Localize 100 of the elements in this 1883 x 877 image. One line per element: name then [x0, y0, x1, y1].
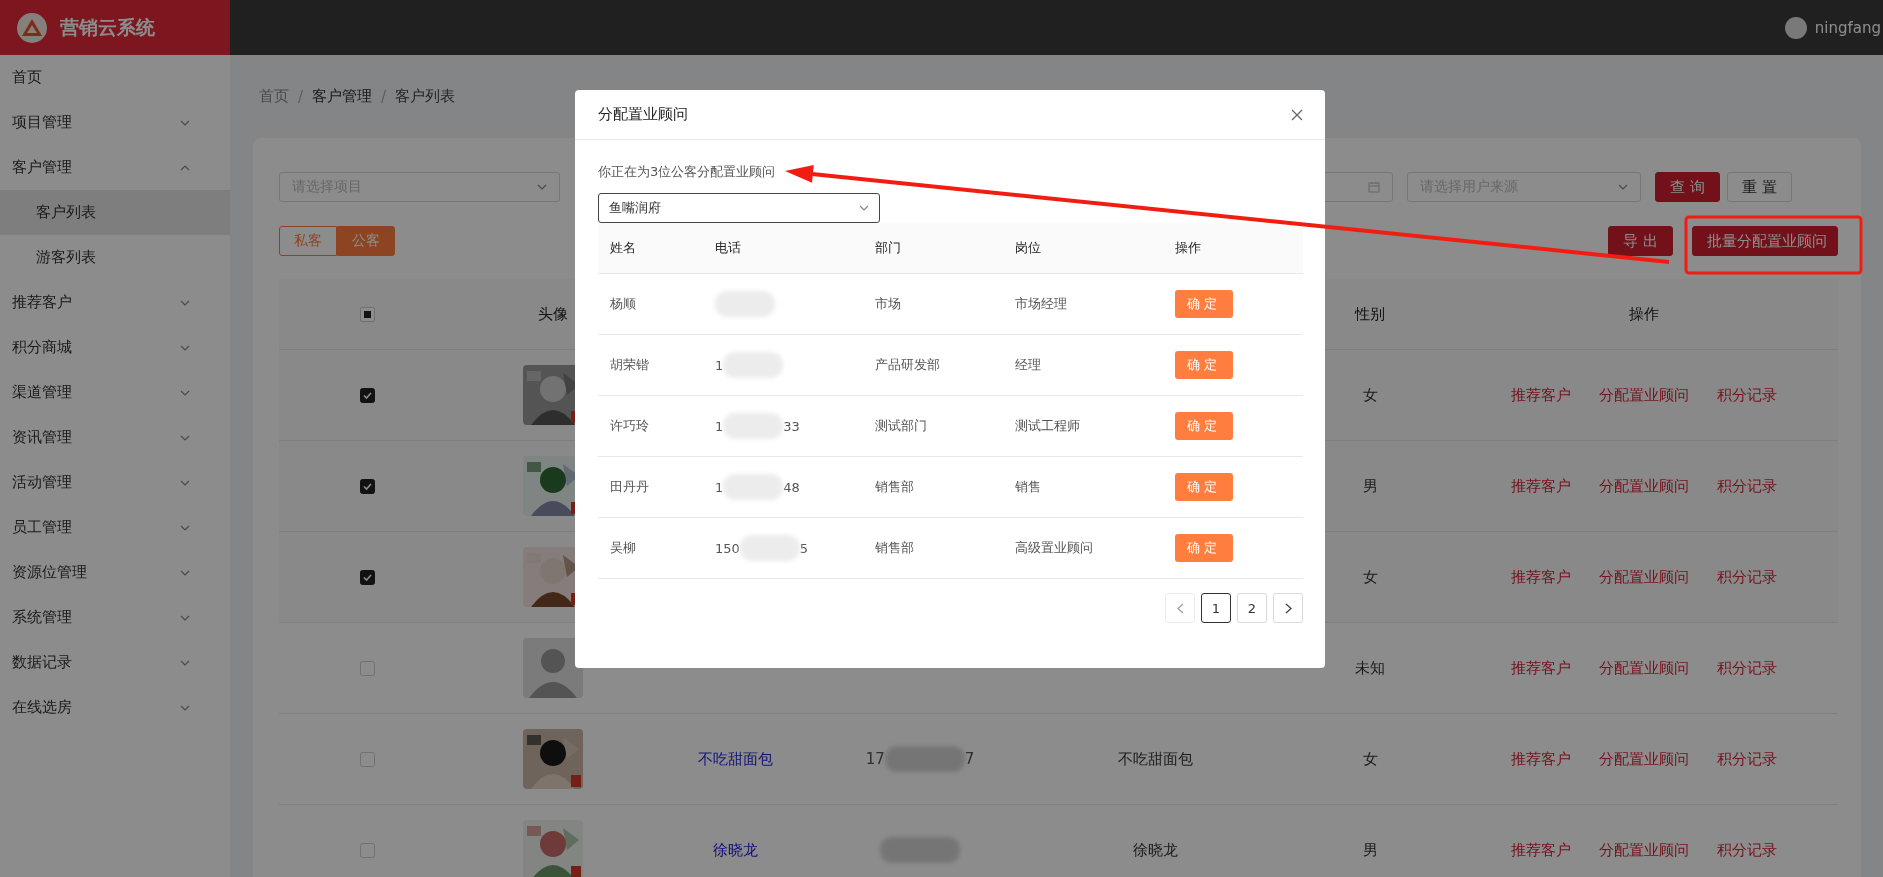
breadcrumb-link[interactable]: 客户管理	[312, 87, 373, 106]
sidebar-subitem[interactable]: 客户列表	[0, 190, 230, 235]
row-action-link[interactable]: 积分记录	[1717, 476, 1777, 496]
app-title: 营销云系统	[60, 14, 155, 40]
phone-digits: 33	[783, 418, 800, 434]
chevron-icon	[180, 659, 190, 666]
chevron-icon	[180, 524, 190, 531]
row-action-link[interactable]: 分配置业顾问	[1599, 476, 1689, 496]
phone-digits: 17	[865, 750, 885, 768]
row-action-link[interactable]: 分配置业顾问	[1599, 749, 1689, 769]
breadcrumb-link[interactable]: 首页	[259, 87, 289, 106]
row-action-link[interactable]: 分配置业顾问	[1599, 567, 1689, 587]
column-header: 部门	[875, 239, 901, 257]
user-avatar-icon[interactable]	[1784, 16, 1807, 39]
row-action-link[interactable]: 分配置业顾问	[1599, 385, 1689, 405]
row-action-link[interactable]: 积分记录	[1717, 385, 1777, 405]
row-checkbox[interactable]	[359, 569, 375, 585]
customer-name-link[interactable]: 不吃甜面包	[697, 749, 773, 769]
sidebar-item[interactable]: 在线选房	[0, 685, 230, 730]
table-cell: 男	[1362, 840, 1378, 860]
row-action-link[interactable]: 积分记录	[1717, 658, 1777, 678]
row-action-link[interactable]: 分配置业顾问	[1599, 840, 1689, 860]
confirm-button[interactable]: 确定	[1175, 534, 1233, 562]
table-cell: 杨顺	[610, 295, 636, 313]
row-checkbox[interactable]	[359, 478, 375, 494]
row-action-link[interactable]: 推荐客户	[1511, 567, 1571, 587]
sidebar-subitem[interactable]: 游客列表	[0, 235, 230, 280]
table-cell: 市场	[875, 295, 901, 313]
close-icon[interactable]	[1291, 108, 1303, 121]
breadcrumb-separator: /	[298, 87, 304, 106]
breadcrumb-separator: /	[381, 87, 387, 106]
sidebar-item[interactable]: 推荐客户	[0, 280, 230, 325]
chevron-icon	[537, 184, 547, 190]
row-action-link[interactable]: 推荐客户	[1511, 840, 1571, 860]
chevron-right-icon	[1284, 602, 1292, 614]
sidebar-item[interactable]: 员工管理	[0, 505, 230, 550]
chevron-icon	[180, 614, 190, 621]
phone-digits: 7	[964, 750, 975, 768]
phone-digits: 1	[715, 418, 724, 434]
page-button[interactable]: 2	[1237, 593, 1267, 623]
batch-assign-button[interactable]: 批量分配置业顾问	[1692, 226, 1838, 256]
row-action-link[interactable]: 积分记录	[1717, 840, 1777, 860]
chevron-icon	[180, 119, 190, 126]
sidebar-item[interactable]: 数据记录	[0, 640, 230, 685]
reset-button[interactable]: 重置	[1727, 172, 1792, 202]
chevron-icon	[1618, 184, 1628, 190]
page-button[interactable]: 1	[1201, 593, 1231, 623]
sidebar-item[interactable]: 资源位管理	[0, 550, 230, 595]
table-cell: 产品研发部	[875, 356, 940, 374]
phone-digits: 1	[715, 357, 724, 373]
chevron-icon	[180, 344, 190, 351]
confirm-button[interactable]: 确定	[1175, 351, 1233, 379]
sidebar-item[interactable]: 首页	[0, 55, 230, 100]
column-header: 电话	[715, 239, 741, 257]
table-cell: 未知	[1355, 658, 1385, 678]
row-action-link[interactable]: 推荐客户	[1511, 385, 1571, 405]
column-header: 操作	[1175, 239, 1201, 257]
table-cell: 男	[1362, 476, 1378, 496]
phone-digits: 48	[783, 479, 800, 495]
phone-digits: 150	[715, 540, 740, 556]
table-cell: 不吃甜面包	[1117, 749, 1193, 769]
table-cell: 吴柳	[610, 539, 636, 557]
customer-type-tab[interactable]: 私客	[279, 226, 337, 256]
row-action-link[interactable]: 积分记录	[1717, 749, 1777, 769]
sidebar-item[interactable]: 资讯管理	[0, 415, 230, 460]
query-button[interactable]: 查询	[1655, 172, 1720, 202]
sidebar-item[interactable]: 活动管理	[0, 460, 230, 505]
row-action-link[interactable]: 积分记录	[1717, 567, 1777, 587]
row-checkbox[interactable]	[359, 387, 375, 403]
user-name[interactable]: ningfang	[1814, 18, 1881, 37]
row-action-link[interactable]: 推荐客户	[1511, 749, 1571, 769]
confirm-button[interactable]: 确定	[1175, 412, 1233, 440]
table-cell: 测试工程师	[1015, 417, 1080, 435]
table-cell: 市场经理	[1015, 295, 1067, 313]
chevron-icon	[180, 164, 190, 171]
sidebar-item[interactable]: 项目管理	[0, 100, 230, 145]
column-header: 姓名	[610, 239, 636, 257]
row-action-link[interactable]: 分配置业顾问	[1599, 658, 1689, 678]
select-all-checkbox[interactable]	[359, 306, 375, 322]
customer-name-link[interactable]: 徐晓龙	[712, 840, 758, 860]
dialog-message: 你正在为3位公客分配置业顾问	[598, 163, 777, 181]
row-action-link[interactable]: 推荐客户	[1511, 476, 1571, 496]
project-select[interactable]: 鱼嘴润府	[598, 193, 880, 223]
table-cell: 胡荣锴	[610, 356, 649, 374]
table-cell: 女	[1362, 749, 1378, 769]
confirm-button[interactable]: 确定	[1175, 290, 1233, 318]
confirm-button[interactable]: 确定	[1175, 473, 1233, 501]
sidebar-item[interactable]: 积分商城	[0, 325, 230, 370]
row-action-link[interactable]: 推荐客户	[1511, 658, 1571, 678]
phone-digits: 5	[799, 540, 809, 556]
chevron-icon	[859, 205, 869, 211]
table-cell: 销售部	[875, 478, 914, 496]
dialog-title: 分配置业顾问	[598, 105, 688, 124]
export-button[interactable]: 导出	[1608, 226, 1673, 256]
sidebar-item[interactable]: 系统管理	[0, 595, 230, 640]
customer-type-tab[interactable]: 公客	[337, 226, 395, 256]
table-cell: 销售部	[875, 539, 914, 557]
sidebar-item[interactable]: 客户管理	[0, 145, 230, 190]
sidebar-item[interactable]: 渠道管理	[0, 370, 230, 415]
chevron-icon	[180, 479, 190, 486]
